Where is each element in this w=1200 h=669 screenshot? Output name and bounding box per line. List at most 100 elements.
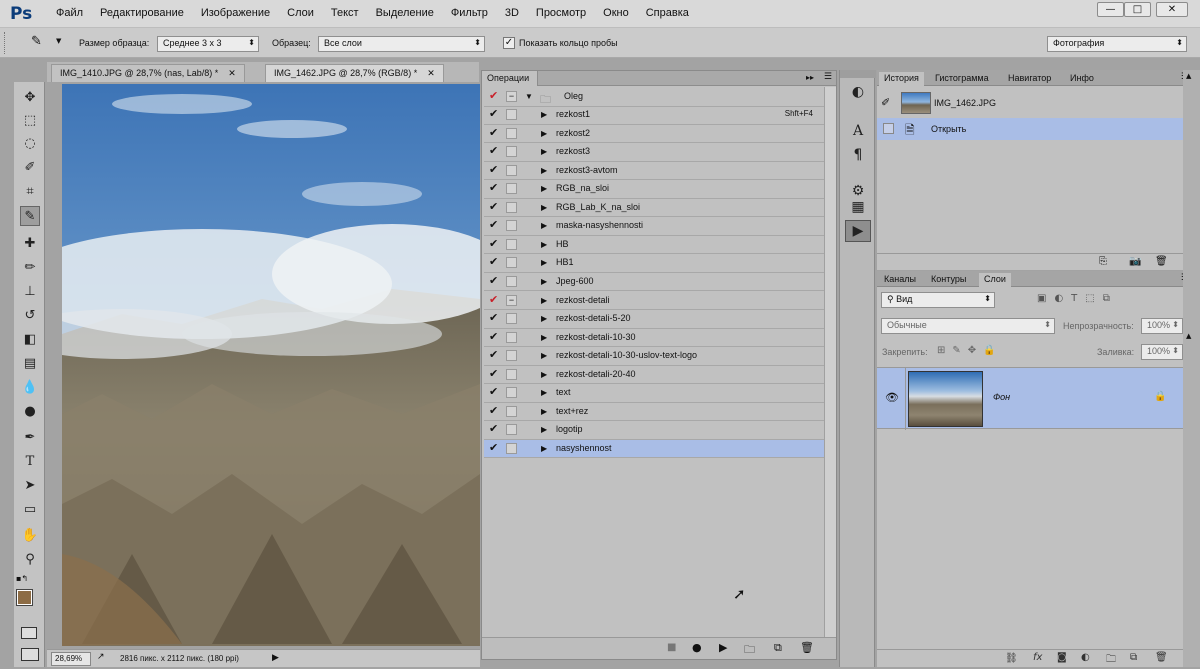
zoom-tool-icon[interactable]: ⚲ [20, 550, 40, 570]
close-tab-icon[interactable]: ✕ [427, 68, 435, 78]
dialog-toggle[interactable] [506, 220, 517, 232]
toggle-check-icon[interactable]: ✔ [489, 331, 498, 343]
new-group-icon[interactable]: 🗀 [1106, 652, 1116, 669]
menu-layers[interactable]: Слои [287, 7, 314, 19]
eyedropper-tool-icon[interactable]: ✎ [20, 206, 40, 226]
toggle-check-icon[interactable]: ✔ [489, 91, 498, 102]
action-row[interactable]: ✔ ▶ Jpeg-600 [484, 273, 825, 292]
dialog-toggle[interactable] [506, 146, 517, 158]
snapshot-thumbnail[interactable] [901, 92, 931, 114]
path-selection-tool-icon[interactable]: ➤ [20, 476, 40, 496]
history-state-row[interactable]: 🗎 Открыть [877, 118, 1183, 140]
menu-file[interactable]: Файл [56, 7, 83, 19]
toggle-check-icon[interactable]: ✔ [489, 294, 498, 306]
dialog-toggle[interactable] [506, 275, 517, 287]
marquee-tool-icon[interactable]: ⬚ [20, 111, 40, 131]
dialog-toggle[interactable] [506, 109, 517, 120]
expand-triangle-icon[interactable]: ▶ [541, 370, 547, 379]
dialog-toggle[interactable] [506, 238, 517, 250]
expand-triangle-icon[interactable]: ▶ [541, 221, 547, 230]
export-icon[interactable]: ↗ [97, 652, 105, 662]
pen-tool-icon[interactable]: ✒ [20, 428, 40, 448]
action-row[interactable]: ✔ ▶ HB1 [484, 254, 825, 273]
expand-triangle-icon[interactable]: ▼ [525, 92, 533, 101]
history-source-box[interactable] [883, 123, 894, 134]
toggle-check-icon[interactable]: ✔ [489, 368, 498, 380]
toggle-check-icon[interactable]: ✔ [489, 183, 498, 194]
screen-mode-icon[interactable] [21, 648, 39, 661]
menu-3d[interactable]: 3D [505, 7, 519, 19]
expand-triangle-icon[interactable]: ▶ [541, 351, 547, 360]
stop-icon[interactable]: ■ [667, 642, 676, 653]
zoom-field[interactable]: 28,69% [51, 652, 91, 666]
action-row[interactable]: ✔ ▶ rezkost-detali-5-20 [484, 310, 825, 329]
expand-triangle-icon[interactable]: ▶ [541, 184, 547, 193]
right-scrollbar[interactable]: ▲ ▲ [1183, 70, 1200, 667]
toggle-check-icon[interactable]: ✔ [489, 350, 498, 361]
filter-icons[interactable]: ▣◐T⬚⧉ [1037, 293, 1118, 304]
expand-triangle-icon[interactable]: ▶ [541, 388, 547, 397]
close-button[interactable]: ✕ [1156, 2, 1188, 17]
dialog-toggle[interactable] [506, 127, 517, 139]
toggle-check-icon[interactable]: ✔ [489, 164, 498, 176]
dialog-toggle[interactable]: − [506, 91, 517, 102]
expand-triangle-icon[interactable]: ▶ [541, 147, 547, 156]
action-set-row[interactable]: ✔ − ▼ 🗀 Oleg [484, 88, 825, 107]
eraser-tool-icon[interactable]: ◧ [20, 330, 40, 350]
expand-triangle-icon[interactable]: ▶ [541, 110, 547, 119]
dialog-toggle[interactable]: − [506, 294, 517, 306]
healing-brush-tool-icon[interactable]: ✚ [20, 234, 40, 254]
paragraph-icon[interactable]: ¶ [848, 146, 868, 164]
action-row[interactable]: ✔ ▶ RGB_na_sloi [484, 180, 825, 199]
layer-row-background[interactable]: 👁 Фон 🔒 [877, 367, 1183, 430]
menu-window[interactable]: Окно [603, 7, 629, 19]
layer-name[interactable]: Фон [993, 392, 1010, 402]
eye-visibility-icon[interactable]: 👁 [885, 391, 899, 404]
toggle-check-icon[interactable]: ✔ [489, 442, 498, 454]
tab-img-1462[interactable]: IMG_1462.JPG @ 28,7% (RGB/8) * ✕ [265, 64, 444, 82]
default-colors-icon[interactable]: ▪↰ [16, 574, 28, 583]
tab-info[interactable]: Инфо [1065, 72, 1099, 86]
tab-history[interactable]: История [879, 72, 924, 86]
toggle-check-icon[interactable]: ✔ [489, 257, 498, 268]
toggle-check-icon[interactable]: ✔ [489, 424, 498, 435]
eyedropper-icon[interactable]: ✎ [31, 34, 42, 49]
tab-navigator[interactable]: Навигатор [1003, 72, 1056, 86]
document-canvas[interactable] [62, 84, 480, 646]
action-row[interactable]: ✔ ▶ HB [484, 236, 825, 255]
fill-field[interactable]: 100% [1141, 344, 1183, 360]
action-row[interactable]: ✔ ▶ rezkost2 [484, 125, 825, 144]
action-row[interactable]: ✔ ▶ maska-nasyshennosti [484, 217, 825, 236]
brush-presets-icon[interactable]: ▦ [848, 198, 868, 216]
new-set-folder-icon[interactable]: 🗀 [744, 641, 755, 660]
rectangle-tool-icon[interactable]: ▭ [20, 500, 40, 520]
new-document-from-state-icon[interactable]: ⎘ [1099, 256, 1107, 267]
sample-size-select[interactable]: Среднее 3 x 3 [157, 36, 259, 52]
snapshot-camera-icon[interactable]: 📷 [1129, 256, 1141, 267]
action-row[interactable]: ✔ ▶ rezkost-detali-10-30 [484, 329, 825, 348]
play-icon[interactable]: ▶ [719, 641, 727, 654]
dialog-toggle[interactable] [506, 387, 517, 399]
dialog-toggle[interactable] [506, 313, 517, 325]
lock-icons[interactable]: ⊞✎✥🔒 [937, 345, 1003, 356]
new-action-icon[interactable]: ⧉ [774, 641, 782, 655]
record-icon[interactable]: ● [692, 641, 702, 654]
actions-tab[interactable]: Операции [482, 71, 538, 86]
toggle-check-icon[interactable]: ✔ [489, 313, 498, 324]
menu-select[interactable]: Выделение [376, 7, 434, 19]
workspace-select[interactable]: Фотография [1047, 36, 1187, 52]
expand-triangle-icon[interactable]: ▶ [541, 203, 547, 212]
toggle-check-icon[interactable]: ✔ [489, 127, 498, 139]
expand-triangle-icon[interactable]: ▶ [541, 407, 547, 416]
move-tool-icon[interactable]: ✥ [20, 88, 40, 108]
history-brush-tool-icon[interactable]: ↺ [20, 306, 40, 326]
action-row[interactable]: ✔ ▶ rezkost-detali-10-30-uslov-text-logo [484, 347, 825, 366]
dialog-toggle[interactable] [506, 368, 517, 380]
action-row[interactable]: ✔ ▶ RGB_Lab_K_na_sloi [484, 199, 825, 218]
dialog-toggle[interactable] [506, 350, 517, 362]
expand-triangle-icon[interactable]: ▶ [541, 166, 547, 175]
action-row[interactable]: ✔ ▶ nasyshennost [484, 439, 825, 459]
hand-tool-icon[interactable]: ✋ [20, 526, 40, 546]
menu-type[interactable]: Текст [331, 7, 359, 19]
expand-triangle-icon[interactable]: ▶ [541, 425, 547, 434]
